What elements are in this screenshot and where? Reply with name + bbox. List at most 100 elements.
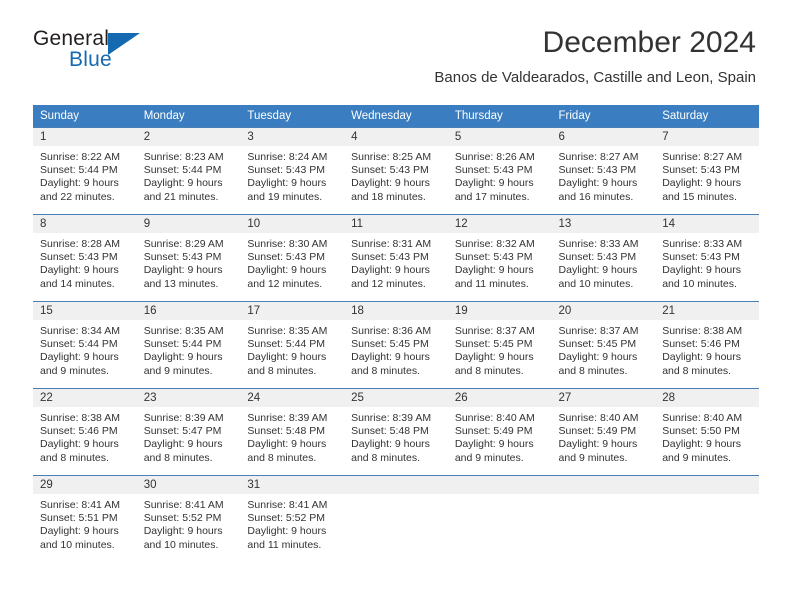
day-number: 31: [240, 476, 345, 494]
day-number: 3: [240, 128, 345, 146]
sunrise-text: Sunrise: 8:29 AM: [143, 238, 224, 250]
daylight-text-line2: and 14 minutes.: [40, 277, 115, 290]
day-cell[interactable]: 12 Sunrise: 8:32 AM Sunset: 5:43 PM Dayligh…: [447, 214, 552, 301]
day-cell[interactable]: 30 Sunrise: 8:41 AM Sunset: 5:52 PM Dayligh…: [136, 475, 241, 562]
day-cell[interactable]: 22 Sunrise: 8:38 AM Sunset: 5:46 PM Dayligh…: [33, 388, 137, 475]
sunrise-text: Sunrise: 8:31 AM: [351, 238, 432, 250]
day-cell[interactable]: 27 Sunrise: 8:40 AM Sunset: 5:49 PM Dayligh…: [551, 388, 656, 475]
sunrise-text: Sunrise: 8:34 AM: [40, 325, 120, 337]
day-info: Sunrise: 8:30 AM Sunset: 5:43 PM Daylight:…: [240, 233, 344, 291]
sunset-text: Sunset: 5:44 PM: [247, 338, 326, 351]
day-cell[interactable]: 6 Sunrise: 8:27 AM Sunset: 5:43 PM Daylight…: [551, 127, 656, 214]
daylight-text-line2: and 9 minutes.: [143, 364, 213, 377]
sunrise-text: Sunrise: 8:27 AM: [662, 151, 743, 163]
day-number: 26: [447, 389, 552, 407]
day-cell[interactable]: 14 Sunrise: 8:33 AM Sunset: 5:43 PM Dayligh…: [655, 214, 759, 301]
day-info: Sunrise: 8:26 AM Sunset: 5:43 PM Daylight:…: [448, 146, 552, 204]
day-cell[interactable]: 3 Sunrise: 8:24 AM Sunset: 5:43 PM Daylight…: [240, 127, 345, 214]
day-cell[interactable]: 9 Sunrise: 8:29 AM Sunset: 5:43 PM Daylight…: [136, 214, 241, 301]
sunrise-text: Sunrise: 8:36 AM: [351, 325, 432, 337]
daylight-text-line1: Daylight: 9 hours: [247, 177, 327, 190]
day-info: Sunrise: 8:39 AM Sunset: 5:48 PM Daylight:…: [344, 407, 448, 465]
sunrise-text: Sunrise: 8:40 AM: [662, 412, 743, 424]
sunrise-text: Sunrise: 8:40 AM: [454, 412, 535, 424]
day-cell[interactable]: 2 Sunrise: 8:23 AM Sunset: 5:44 PM Daylight…: [136, 127, 241, 214]
daylight-text-line1: Daylight: 9 hours: [558, 264, 638, 277]
daylight-text-line1: Daylight: 9 hours: [247, 438, 327, 451]
day-cell[interactable]: 5 Sunrise: 8:26 AM Sunset: 5:43 PM Daylight…: [447, 127, 552, 214]
daylight-text-line2: and 8 minutes.: [247, 364, 317, 377]
day-number: 9: [136, 215, 241, 233]
day-cell[interactable]: 19 Sunrise: 8:37 AM Sunset: 5:45 PM Dayligh…: [447, 301, 552, 388]
day-info: Sunrise: 8:39 AM Sunset: 5:47 PM Daylight:…: [137, 407, 241, 465]
day-number: 5: [447, 128, 552, 146]
daylight-text-line2: and 18 minutes.: [351, 190, 426, 203]
sunrise-text: Sunrise: 8:23 AM: [143, 151, 224, 163]
daylight-text-line2: and 10 minutes.: [558, 277, 634, 290]
day-cell[interactable]: 24 Sunrise: 8:39 AM Sunset: 5:48 PM Dayligh…: [240, 388, 345, 475]
day-info: Sunrise: 8:32 AM Sunset: 5:43 PM Daylight:…: [448, 233, 552, 291]
day-cell[interactable]: 11 Sunrise: 8:31 AM Sunset: 5:43 PM Dayligh…: [344, 214, 448, 301]
day-info: Sunrise: 8:37 AM Sunset: 5:45 PM Daylight:…: [552, 320, 656, 378]
daylight-text-line1: Daylight: 9 hours: [143, 525, 223, 538]
daylight-text-line1: Daylight: 9 hours: [40, 177, 119, 190]
day-number: 15: [33, 302, 137, 320]
daylight-text-line1: Daylight: 9 hours: [454, 438, 534, 451]
weekday-header-wednesday: Wednesday: [344, 105, 448, 127]
sunrise-text: Sunrise: 8:41 AM: [143, 499, 224, 511]
day-number: 1: [33, 128, 137, 146]
day-cell[interactable]: 10 Sunrise: 8:30 AM Sunset: 5:43 PM Dayligh…: [240, 214, 345, 301]
day-cell[interactable]: 13 Sunrise: 8:33 AM Sunset: 5:43 PM Dayligh…: [551, 214, 656, 301]
day-number: 28: [655, 389, 759, 407]
daylight-text-line2: and 19 minutes.: [247, 190, 323, 203]
sunset-text: Sunset: 5:52 PM: [143, 512, 222, 525]
sunset-text: Sunset: 5:52 PM: [247, 512, 326, 525]
weekday-header-friday: Friday: [551, 105, 656, 127]
sunset-text: Sunset: 5:43 PM: [351, 251, 429, 264]
day-info: Sunrise: 8:22 AM Sunset: 5:44 PM Daylight:…: [33, 146, 137, 204]
day-cell[interactable]: 21 Sunrise: 8:38 AM Sunset: 5:46 PM Dayligh…: [655, 301, 759, 388]
day-cell[interactable]: 15 Sunrise: 8:34 AM Sunset: 5:44 PM Dayligh…: [33, 301, 137, 388]
sunset-text: Sunset: 5:43 PM: [558, 251, 637, 264]
day-cell[interactable]: 8 Sunrise: 8:28 AM Sunset: 5:43 PM Daylight…: [33, 214, 137, 301]
day-cell[interactable]: 17 Sunrise: 8:35 AM Sunset: 5:44 PM Dayligh…: [240, 301, 345, 388]
calendar-header-row: Sunday Monday Tuesday Wednesday Thursday…: [33, 105, 759, 127]
day-info: Sunrise: 8:40 AM Sunset: 5:49 PM Daylight:…: [448, 407, 552, 465]
logo-triangle-icon: [108, 33, 141, 55]
sunset-text: Sunset: 5:44 PM: [40, 338, 118, 351]
day-number: 14: [655, 215, 759, 233]
sunset-text: Sunset: 5:50 PM: [662, 425, 740, 438]
sunrise-text: Sunrise: 8:24 AM: [247, 151, 328, 163]
sunset-text: Sunset: 5:43 PM: [454, 251, 533, 264]
day-cell[interactable]: 1 Sunrise: 8:22 AM Sunset: 5:44 PM Daylight…: [33, 127, 137, 214]
day-cell[interactable]: 28 Sunrise: 8:40 AM Sunset: 5:50 PM Dayligh…: [655, 388, 759, 475]
calendar-week-row: 22 Sunrise: 8:38 AM Sunset: 5:46 PM Dayligh…: [33, 388, 759, 475]
day-cell[interactable]: 31 Sunrise: 8:41 AM Sunset: 5:52 PM Dayligh…: [240, 475, 345, 562]
day-cell[interactable]: 20 Sunrise: 8:37 AM Sunset: 5:45 PM Dayligh…: [551, 301, 656, 388]
day-number: [551, 476, 656, 494]
day-cell[interactable]: 26 Sunrise: 8:40 AM Sunset: 5:49 PM Dayligh…: [447, 388, 552, 475]
month-calendar-table: Sunday Monday Tuesday Wednesday Thursday…: [33, 105, 759, 562]
day-number: 30: [136, 476, 241, 494]
daylight-text-line2: and 8 minutes.: [558, 364, 628, 377]
day-cell[interactable]: 18 Sunrise: 8:36 AM Sunset: 5:45 PM Dayligh…: [344, 301, 448, 388]
daylight-text-line1: Daylight: 9 hours: [143, 177, 223, 190]
sunset-text: Sunset: 5:48 PM: [247, 425, 326, 438]
day-cell[interactable]: 7 Sunrise: 8:27 AM Sunset: 5:43 PM Daylight…: [655, 127, 759, 214]
daylight-text-line2: and 8 minutes.: [143, 451, 213, 464]
day-number: 16: [136, 302, 241, 320]
day-cell[interactable]: 25 Sunrise: 8:39 AM Sunset: 5:48 PM Dayligh…: [344, 388, 448, 475]
daylight-text-line1: Daylight: 9 hours: [454, 351, 534, 364]
day-cell[interactable]: 29 Sunrise: 8:41 AM Sunset: 5:51 PM Dayligh…: [33, 475, 137, 562]
daylight-text-line2: and 9 minutes.: [40, 364, 109, 377]
sunset-text: Sunset: 5:43 PM: [143, 251, 222, 264]
sunset-text: Sunset: 5:43 PM: [351, 164, 429, 177]
day-cell[interactable]: 23 Sunrise: 8:39 AM Sunset: 5:47 PM Dayligh…: [136, 388, 241, 475]
daylight-text-line2: and 12 minutes.: [247, 277, 323, 290]
daylight-text-line1: Daylight: 9 hours: [247, 525, 327, 538]
day-number: [655, 476, 759, 494]
day-number: 10: [240, 215, 345, 233]
weekday-header-saturday: Saturday: [655, 105, 759, 127]
day-cell[interactable]: 4 Sunrise: 8:25 AM Sunset: 5:43 PM Daylight…: [344, 127, 448, 214]
day-cell[interactable]: 16 Sunrise: 8:35 AM Sunset: 5:44 PM Dayligh…: [136, 301, 241, 388]
